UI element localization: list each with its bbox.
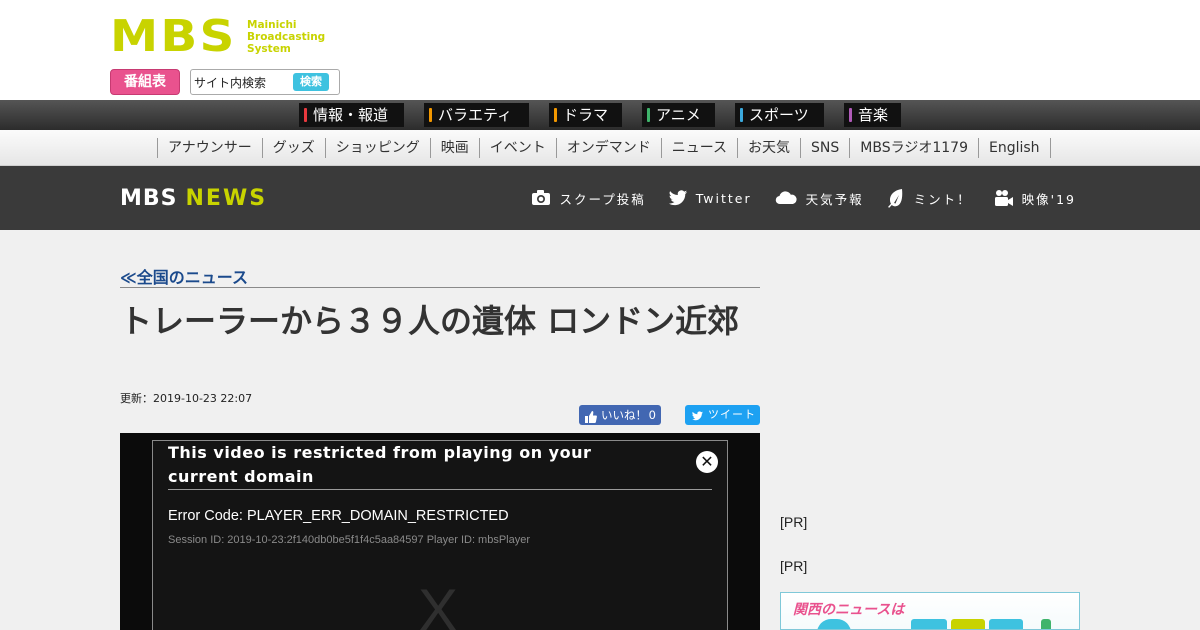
leaf-icon [886,188,906,208]
search-input[interactable] [194,73,292,91]
category-stripe [647,108,650,122]
subnav-shopping[interactable]: ショッピング [326,138,431,158]
video-camera-icon [994,188,1014,208]
search-button[interactable]: 検索 [293,73,329,91]
site-header: MBS Mainichi Broadcasting System 番組表 検索 [0,0,1200,100]
player-error-dialog: This video is restricted from playing on… [152,440,728,630]
subnav-goods[interactable]: グッズ [263,138,326,158]
cloud-icon [774,188,798,208]
category-music[interactable]: 音楽 [844,103,901,127]
news-bar: MBS NEWS スクープ投稿 Twitter 天気予報 ミント！ 映像'19 [0,166,1200,230]
site-search: 検索 [190,69,340,95]
divider [120,287,760,288]
banner-text: 関西のニュースは [793,602,905,618]
subnav-english[interactable]: English [979,138,1051,158]
category-sports[interactable]: スポーツ [735,103,824,127]
nav-twitter[interactable]: Twitter [668,188,752,208]
twitter-icon [668,188,688,208]
pr-label: [PR] [780,514,808,530]
subnav-radio[interactable]: MBSラジオ1179 [850,138,979,158]
category-stripe [429,108,432,122]
divider [168,489,712,490]
pr-label: [PR] [780,558,808,574]
thumbs-up-icon [585,409,597,423]
category-variety[interactable]: バラエティ [424,103,529,127]
category-stripe [740,108,743,122]
tweet-button[interactable]: ツイート [685,405,760,425]
like-count: 0 [648,408,656,422]
subnav-event[interactable]: イベント [480,138,557,158]
close-icon[interactable]: ✕ [696,451,718,473]
news-navigation: スクープ投稿 Twitter 天気予報 ミント！ 映像'19 [509,186,1076,210]
sub-navigation: アナウンサー グッズ ショッピング 映画 イベント オンデマンド ニュース お天… [0,130,1200,166]
nav-mint[interactable]: ミント！ [886,188,972,208]
subnav-movie[interactable]: 映画 [431,138,480,158]
nav-weather[interactable]: 天気予報 [774,188,864,208]
logo-text: Mainichi Broadcasting System [247,19,326,55]
subnav-on-demand[interactable]: オンデマンド [557,138,662,158]
subnav-weather[interactable]: お天気 [738,138,802,158]
page-title: トレーラーから３９人の遺体 ロンドン近郊 [120,302,740,340]
twitter-icon [691,409,704,421]
nav-scoop-post[interactable]: スクープ投稿 [531,188,645,208]
subnav-announcer[interactable]: アナウンサー [158,138,263,158]
error-code: Error Code: PLAYER_ERR_DOMAIN_RESTRICTED [168,508,509,524]
subnav-news[interactable]: ニュース [662,138,739,158]
breadcrumb-national-news[interactable]: ≪全国のニュース [120,264,248,288]
facebook-like-button[interactable]: いいね！ 0 [579,405,661,425]
category-stripe [554,108,557,122]
schedule-button[interactable]: 番組表 [110,69,180,95]
error-title: This video is restricted from playing on… [168,443,592,486]
session-id: Session ID: 2019-10-23:2f140db0be5f1f4c5… [168,534,531,546]
subnav-sns[interactable]: SNS [801,138,851,158]
mbs-logo[interactable]: MBS Mainichi Broadcasting System [110,14,325,60]
category-drama[interactable]: ドラマ [549,103,622,127]
category-stripe [304,108,307,122]
logo-mark: MBS [110,11,237,62]
video-player[interactable]: This video is restricted from playing on… [120,433,760,630]
kansai-news-banner[interactable]: 関西のニュースは [780,592,1080,630]
nav-eizo[interactable]: 映像'19 [994,188,1076,208]
mbs-news-logo[interactable]: MBS NEWS [120,187,267,211]
category-bar: 情報・報道 バラエティ ドラマ アニメ スポーツ 音楽 [0,100,1200,130]
category-stripe [849,108,852,122]
category-anime[interactable]: アニメ [642,103,715,127]
category-news[interactable]: 情報・報道 [299,103,404,127]
updated-timestamp: 更新：2019-10-23 22:07 [120,392,253,405]
error-watermark: X [418,577,459,630]
camera-icon [531,188,551,208]
